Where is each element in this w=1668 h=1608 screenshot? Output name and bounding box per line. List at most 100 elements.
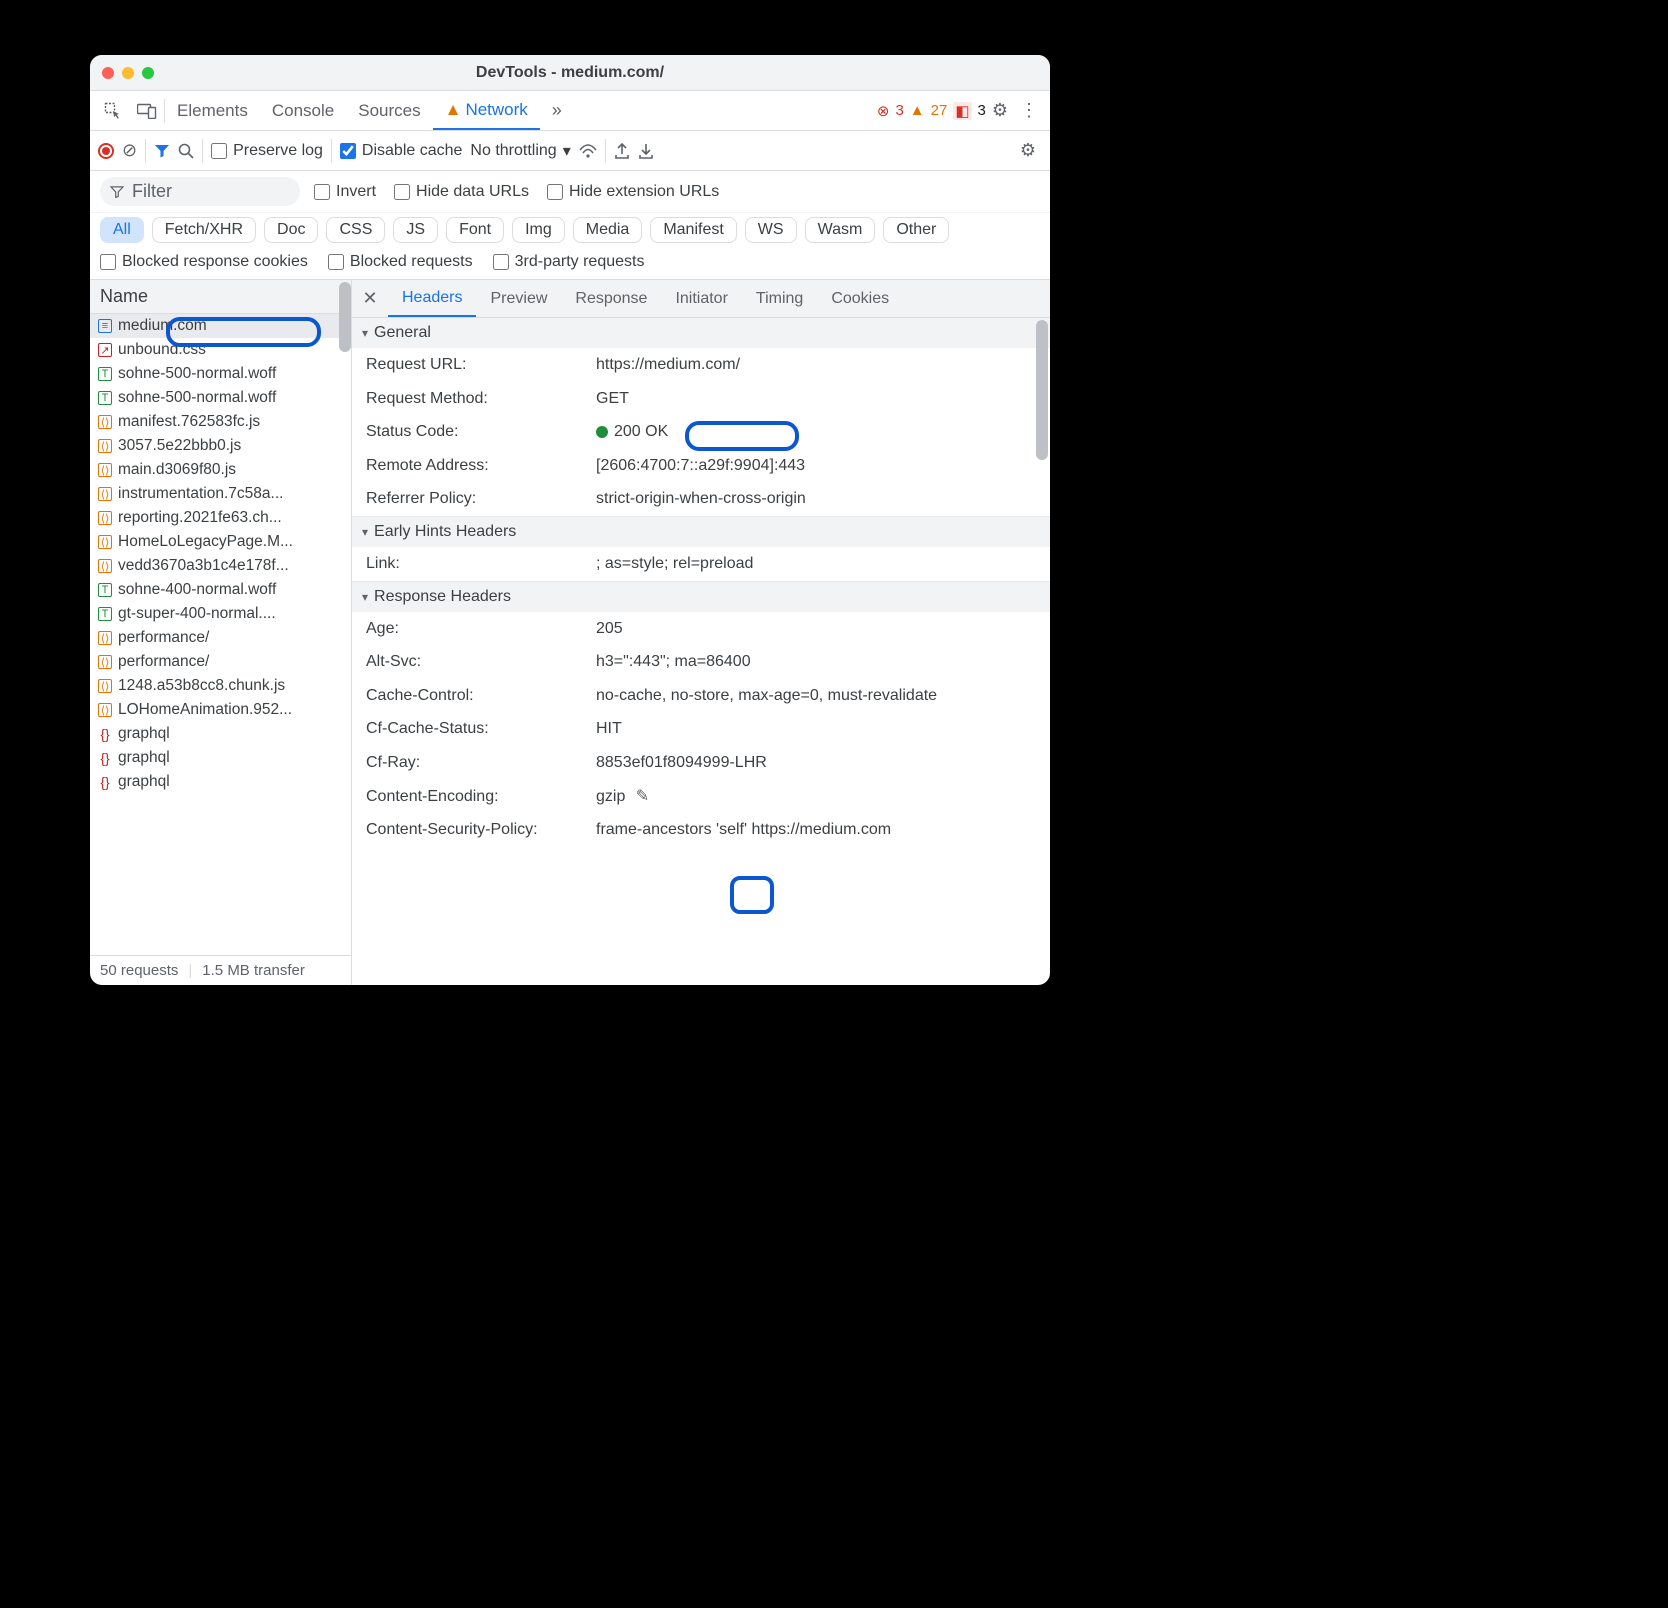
request-row[interactable]: Tsohne-500-normal.woff [90, 362, 351, 386]
request-row[interactable]: {}graphql [90, 722, 351, 746]
extra-check-blocked-response-cookies[interactable]: Blocked response cookies [100, 253, 308, 271]
header-key: Link: [366, 551, 596, 577]
device-toggle-icon[interactable] [130, 96, 164, 126]
request-row[interactable]: Tgt-super-400-normal.... [90, 602, 351, 626]
request-row[interactable]: ⟨⟩3057.5e22bbb0.js [90, 434, 351, 458]
header-row: Content-Encoding:gzip ✎ [352, 780, 1050, 814]
header-row: Alt-Svc:h3=":443"; ma=86400 [352, 645, 1050, 679]
request-row[interactable]: ⟨⟩vedd3670a3b1c4e178f... [90, 554, 351, 578]
preserve-log-checkbox[interactable]: Preserve log [211, 142, 323, 160]
status-dot-icon [596, 426, 608, 438]
filter-chip-other[interactable]: Other [883, 217, 949, 243]
filter-toggle-icon[interactable] [154, 144, 170, 158]
section-header-response[interactable]: Response Headers [352, 582, 1050, 612]
request-row[interactable]: {}graphql [90, 746, 351, 770]
header-key: Cache-Control: [366, 683, 596, 709]
detail-tab-response[interactable]: Response [561, 280, 661, 317]
request-name: sohne-500-normal.woff [118, 365, 276, 383]
extra-check-3rd-party-requests[interactable]: 3rd-party requests [493, 253, 645, 271]
inspect-element-icon[interactable] [96, 96, 130, 126]
header-value: gzip ✎ [596, 784, 1036, 810]
funnel-icon [110, 186, 124, 198]
edit-header-icon[interactable]: ✎ [636, 788, 649, 805]
extra-check-blocked-requests[interactable]: Blocked requests [328, 253, 473, 271]
filter-chip-font[interactable]: Font [446, 217, 504, 243]
request-row[interactable]: ⟨⟩LOHomeAnimation.952... [90, 698, 351, 722]
request-row[interactable]: {}graphql [90, 770, 351, 794]
network-conditions-icon[interactable] [579, 144, 597, 158]
search-icon[interactable] [178, 143, 194, 159]
js-icon: ⟨⟩ [98, 439, 112, 453]
section-early-hints: Early Hints Headers Link:; as=style; rel… [352, 517, 1050, 582]
request-row[interactable]: Tsohne-400-normal.woff [90, 578, 351, 602]
detail-tab-preview[interactable]: Preview [476, 280, 561, 317]
request-row[interactable]: ↗unbound.css [90, 338, 351, 362]
header-row: Age:205 [352, 612, 1050, 646]
close-detail-icon[interactable]: ✕ [352, 288, 388, 309]
panel-tab-console[interactable]: Console [260, 91, 346, 130]
scrollbar[interactable] [339, 282, 351, 352]
settings-gear-icon[interactable]: ⚙ [986, 100, 1014, 121]
request-row[interactable]: ⟨⟩HomeLoLegacyPage.M... [90, 530, 351, 554]
request-row[interactable]: ≡medium.com [90, 314, 351, 338]
request-row[interactable]: ⟨⟩main.d3069f80.js [90, 458, 351, 482]
filter-chip-img[interactable]: Img [512, 217, 565, 243]
header-row: Cf-Cache-Status:HIT [352, 712, 1050, 746]
request-row[interactable]: ⟨⟩performance/ [90, 650, 351, 674]
filter-chip-ws[interactable]: WS [745, 217, 797, 243]
panel-tab-elements[interactable]: Elements [165, 91, 260, 130]
kebab-menu-icon[interactable]: ⋮ [1014, 100, 1044, 121]
request-row[interactable]: ⟨⟩reporting.2021fe63.ch... [90, 506, 351, 530]
xhr-icon: {} [98, 751, 112, 765]
devtools-window: DevTools - medium.com/ ElementsConsoleSo… [90, 55, 1050, 985]
request-row[interactable]: ⟨⟩manifest.762583fc.js [90, 410, 351, 434]
detail-tab-headers[interactable]: Headers [388, 280, 476, 317]
detail-tab-timing[interactable]: Timing [742, 280, 817, 317]
console-counts[interactable]: ⊗3 ▲27 ◧3 [877, 102, 986, 120]
header-key: Status Code: [366, 419, 596, 445]
more-panels-icon[interactable]: » [540, 96, 574, 126]
request-row[interactable]: Tsohne-500-normal.woff [90, 386, 351, 410]
filter-chip-js[interactable]: JS [393, 217, 438, 243]
request-row[interactable]: ⟨⟩instrumentation.7c58a... [90, 482, 351, 506]
section-header-early-hints[interactable]: Early Hints Headers [352, 517, 1050, 547]
request-row[interactable]: ⟨⟩1248.a53b8cc8.chunk.js [90, 674, 351, 698]
request-list[interactable]: ≡medium.com↗unbound.cssTsohne-500-normal… [90, 314, 351, 955]
js-icon: ⟨⟩ [98, 415, 112, 429]
request-name: sohne-400-normal.woff [118, 581, 276, 599]
filter-chip-fetchxhr[interactable]: Fetch/XHR [152, 217, 256, 243]
section-header-general[interactable]: General [352, 318, 1050, 348]
panel-tab-sources[interactable]: Sources [346, 91, 432, 130]
filter-chip-all[interactable]: All [100, 217, 144, 243]
filter-chip-wasm[interactable]: Wasm [805, 217, 876, 243]
filter-check-hide-data-urls[interactable]: Hide data URLs [394, 183, 529, 201]
request-name: performance/ [118, 653, 209, 671]
header-key: Referrer Policy: [366, 486, 596, 512]
throttling-select[interactable]: No throttling▾ [470, 141, 570, 161]
filter-check-hide-extension-urls[interactable]: Hide extension URLs [547, 183, 719, 201]
filter-check-invert[interactable]: Invert [314, 183, 376, 201]
detail-tab-cookies[interactable]: Cookies [817, 280, 903, 317]
filter-chip-manifest[interactable]: Manifest [650, 217, 736, 243]
disable-cache-checkbox[interactable]: Disable cache [340, 142, 463, 160]
filter-chip-media[interactable]: Media [573, 217, 643, 243]
filter-chip-doc[interactable]: Doc [264, 217, 318, 243]
filter-input[interactable]: Filter [100, 177, 300, 206]
scrollbar[interactable] [1036, 320, 1048, 460]
network-settings-icon[interactable]: ⚙ [1014, 140, 1042, 161]
detail-tab-initiator[interactable]: Initiator [661, 280, 741, 317]
header-value: [2606:4700:7::a29f:9904]:443 [596, 453, 1036, 479]
request-name: unbound.css [118, 341, 206, 359]
header-row: Status Code:200 OK [352, 415, 1050, 449]
request-name: sohne-500-normal.woff [118, 389, 276, 407]
header-key: Remote Address: [366, 453, 596, 479]
request-row[interactable]: ⟨⟩performance/ [90, 626, 351, 650]
export-har-icon[interactable] [614, 143, 630, 159]
clear-button[interactable]: ⊘ [122, 140, 137, 161]
record-button[interactable] [98, 143, 114, 159]
import-har-icon[interactable] [638, 143, 654, 159]
filter-chip-css[interactable]: CSS [326, 217, 385, 243]
font-icon: T [98, 391, 112, 405]
panel-tab-network[interactable]: ▲Network [433, 91, 540, 130]
column-header-name[interactable]: Name [90, 280, 351, 314]
